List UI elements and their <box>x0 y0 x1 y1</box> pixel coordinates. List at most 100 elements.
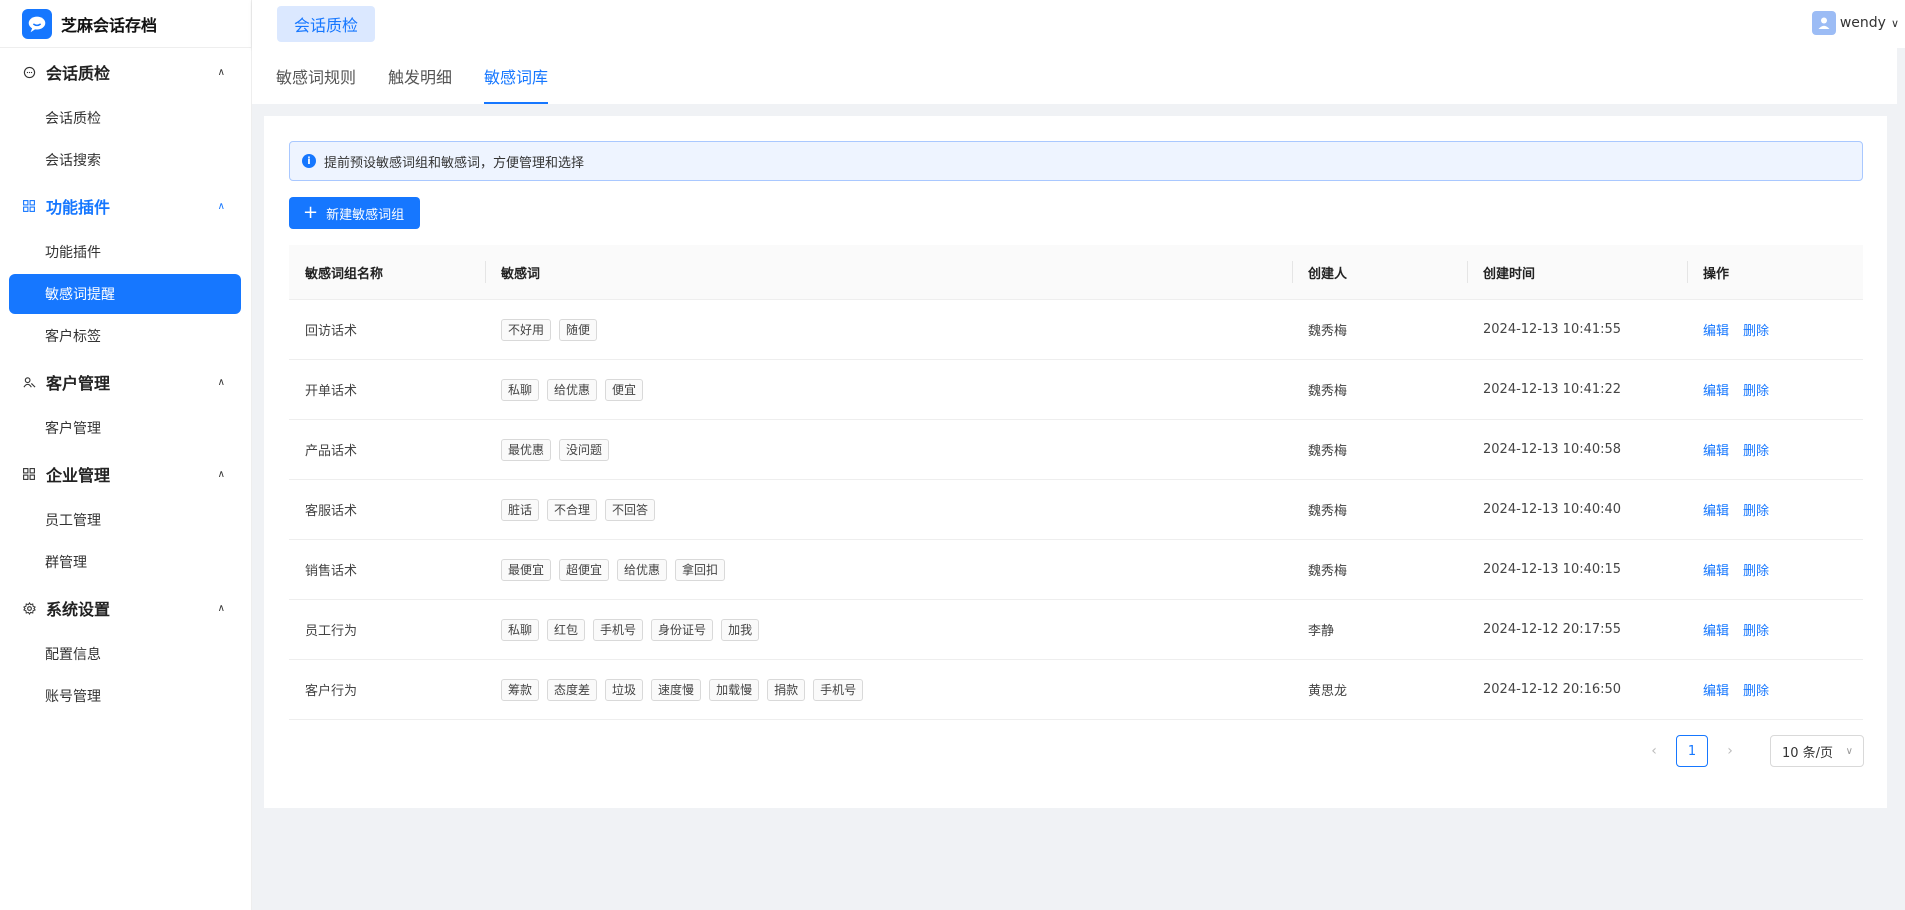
delete-link[interactable]: 删除 <box>1743 500 1769 519</box>
delete-link[interactable]: 删除 <box>1743 320 1769 339</box>
sidebar-item[interactable]: 功能插件 <box>9 232 241 272</box>
column-header-actions: 操作 <box>1687 261 1863 283</box>
menu-group-label: 客户管理 <box>46 374 111 393</box>
sidebar-item[interactable]: 客户管理 <box>9 408 241 448</box>
group-name-cell: 客服话术 <box>305 504 358 519</box>
chevron-up-icon: ∧ <box>217 602 225 614</box>
time-cell: 2024-12-13 10:41:55 <box>1483 322 1622 337</box>
word-tag: 筹款 <box>501 678 540 701</box>
delete-link[interactable]: 删除 <box>1743 440 1769 459</box>
user-name: wendy <box>1839 15 1886 31</box>
word-tag: 红包 <box>547 618 586 641</box>
menu-group-2[interactable]: 客户管理 ∧ <box>0 358 251 406</box>
chevron-down-icon: ∨ <box>1845 745 1853 757</box>
creator-cell: 魏秀梅 <box>1308 384 1348 399</box>
time-cell: 2024-12-13 10:41:22 <box>1483 382 1622 397</box>
content-card: i 提前预设敏感词组和敏感词，方便管理和选择 + 新建敏感词组 敏感词组名称 敏… <box>264 116 1887 808</box>
sidebar: 芝麻会话存档 会话质检 ∧ 会话质检 会话搜索 功能插件 ∧ 功能插件 敏感词提醒 客户标签 客户… <box>0 0 252 910</box>
group-name-cell: 销售话术 <box>305 564 358 579</box>
creator-cell: 李静 <box>1308 624 1335 639</box>
menu-group-4[interactable]: 系统设置 ∧ <box>0 584 251 632</box>
tab-trigger-details[interactable]: 触发明细 <box>388 48 452 104</box>
word-tag: 速度慢 <box>651 678 702 701</box>
chevron-down-icon: ∨ <box>1890 16 1899 30</box>
word-tag: 超便宜 <box>559 558 610 581</box>
add-group-label: 新建敏感词组 <box>326 207 405 223</box>
word-tag: 不好用 <box>501 318 552 341</box>
menu-group-1[interactable]: 功能插件 ∧ <box>0 182 251 230</box>
time-cell: 2024-12-13 10:40:40 <box>1483 502 1622 517</box>
menu-group-label: 功能插件 <box>46 198 111 217</box>
tab-sensitive-rules[interactable]: 敏感词规则 <box>276 48 356 104</box>
word-tag: 最便宜 <box>501 558 552 581</box>
prev-page-icon[interactable]: ‹ <box>1638 735 1670 767</box>
edit-link[interactable]: 编辑 <box>1703 500 1729 519</box>
menu-group-3[interactable]: 企业管理 ∧ <box>0 450 251 498</box>
time-cell: 2024-12-12 20:16:50 <box>1483 682 1622 697</box>
edit-link[interactable]: 编辑 <box>1703 320 1729 339</box>
delete-link[interactable]: 删除 <box>1743 560 1769 579</box>
top-tab-active[interactable]: 会话质检 <box>277 6 376 42</box>
word-tag: 最优惠 <box>501 438 552 461</box>
word-tag: 没问题 <box>559 438 610 461</box>
word-tag: 垃圾 <box>605 678 644 701</box>
edit-link[interactable]: 编辑 <box>1703 680 1729 699</box>
word-tag: 拿回扣 <box>675 558 726 581</box>
delete-link[interactable]: 删除 <box>1743 380 1769 399</box>
group-name-cell: 回访话术 <box>305 324 358 339</box>
word-tag: 给优惠 <box>617 558 668 581</box>
word-tag: 不回答 <box>605 498 656 521</box>
add-group-button[interactable]: + 新建敏感词组 <box>289 197 421 229</box>
alert-text: 提前预设敏感词组和敏感词，方便管理和选择 <box>324 155 585 171</box>
top-header: 会话质检 wendy ∨ <box>252 0 1905 48</box>
table-body: 回访话术 不好用 随便 魏秀梅 2024-12-13 10:41:55 编辑 删除 开单话术私… <box>289 300 1863 720</box>
words-cell: 筹款 态度差 垃圾 速度慢 加载慢 捐款 手机号 <box>485 678 1292 701</box>
column-header-time: 创建时间 <box>1467 261 1687 283</box>
user-menu[interactable]: wendy ∨ <box>1811 11 1899 35</box>
edit-link[interactable]: 编辑 <box>1703 560 1729 579</box>
sidebar-item[interactable]: 员工管理 <box>9 500 241 540</box>
edit-link[interactable]: 编辑 <box>1703 620 1729 639</box>
next-page-icon[interactable]: › <box>1714 735 1746 767</box>
page-size-value: 10 条/页 <box>1782 745 1834 761</box>
page-size-select[interactable]: 10 条/页 ∨ <box>1770 735 1864 767</box>
sidebar-item[interactable]: 敏感词提醒 <box>9 274 241 314</box>
sidebar-item[interactable]: 群管理 <box>9 542 241 582</box>
table-row: 开单话术 私聊 给优惠 便宜 魏秀梅 2024-12-13 10:41:22 编辑 删除 <box>289 360 1863 420</box>
sidebar-item[interactable]: 配置信息 <box>9 634 241 674</box>
delete-link[interactable]: 删除 <box>1743 620 1769 639</box>
actions-cell: 编辑 删除 <box>1687 320 1863 339</box>
word-tag: 便宜 <box>605 378 644 401</box>
word-tag: 捐款 <box>767 678 806 701</box>
sidebar-item[interactable]: 会话质检 <box>9 98 241 138</box>
edit-link[interactable]: 编辑 <box>1703 380 1729 399</box>
chevron-up-icon: ∧ <box>217 66 225 78</box>
sidebar-item[interactable]: 客户标签 <box>9 316 241 356</box>
app-name: 芝麻会话存档 <box>61 15 158 35</box>
avatar <box>1811 11 1836 35</box>
info-icon: i <box>302 154 316 168</box>
users-icon <box>22 375 36 389</box>
tab-sensitive-library[interactable]: 敏感词库 <box>484 48 549 104</box>
scrollbar[interactable] <box>1897 48 1905 910</box>
sidebar-item[interactable]: 账号管理 <box>9 676 241 716</box>
column-header-creator: 创建人 <box>1292 261 1467 283</box>
time-cell: 2024-12-12 20:17:55 <box>1483 622 1622 637</box>
delete-link[interactable]: 删除 <box>1743 680 1769 699</box>
word-tag: 随便 <box>559 318 598 341</box>
creator-cell: 黄思龙 <box>1308 684 1348 699</box>
column-header-words: 敏感词 <box>485 261 1292 283</box>
pagination: ‹ 1 › 10 条/页 ∨ <box>1632 735 1864 767</box>
menu-group-0[interactable]: 会话质检 ∧ <box>0 48 251 96</box>
sidebar-item[interactable]: 会话搜索 <box>9 140 241 180</box>
logo-area[interactable]: 芝麻会话存档 <box>0 0 251 48</box>
grid-icon <box>22 467 36 481</box>
page-number[interactable]: 1 <box>1676 735 1708 767</box>
table-row: 客户行为 筹款 态度差 垃圾 速度慢 加载慢 捐款 手机号 黄思龙 2024-12-12 20:1… <box>289 660 1863 720</box>
chevron-up-icon: ∧ <box>217 468 225 480</box>
logo-icon <box>22 8 52 39</box>
menu-group-label: 会话质检 <box>46 64 111 83</box>
edit-link[interactable]: 编辑 <box>1703 440 1729 459</box>
group-name-cell: 产品话术 <box>305 444 358 459</box>
table-row: 客服话术 脏话 不合理 不回答 魏秀梅 2024-12-13 10:40:40 编辑 删除 <box>289 480 1863 540</box>
